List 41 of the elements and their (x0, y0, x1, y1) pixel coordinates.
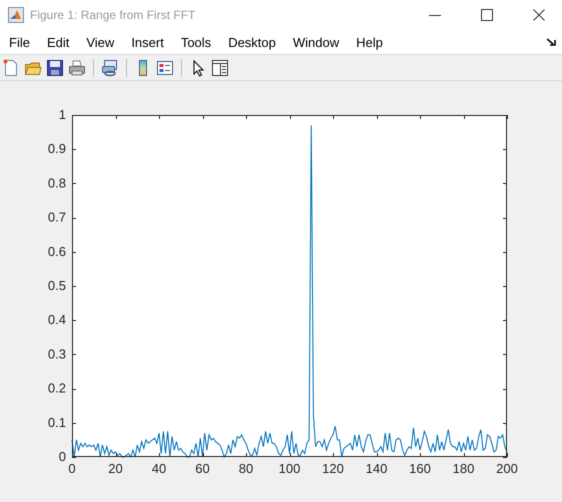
close-icon[interactable] (533, 9, 545, 21)
x-tick-label: 100 (278, 461, 300, 476)
menu-item[interactable]: Edit (46, 34, 70, 50)
x-tick-label: 180 (452, 461, 474, 476)
menu-item[interactable]: Insert (131, 34, 164, 50)
y-tick-label: 1 (58, 107, 66, 122)
y-tick-label: 0.3 (48, 346, 66, 362)
x-tick-label: 60 (195, 461, 210, 476)
y-tick-label: 0.1 (48, 414, 66, 430)
x-tick-label: 160 (409, 461, 431, 476)
printer-icon[interactable] (68, 58, 86, 76)
save-icon[interactable] (46, 58, 64, 76)
y-tick-label: 0 (58, 449, 66, 464)
y-tick-label: 0.5 (48, 278, 66, 293)
dock-arrow-icon[interactable] (547, 38, 556, 46)
menu-item[interactable]: Tools (180, 34, 212, 50)
menu-item[interactable]: Desktop (228, 34, 276, 50)
menu-item[interactable]: View (86, 34, 114, 50)
print-preview-icon[interactable] (101, 58, 119, 76)
y-tick-label: 0.9 (48, 141, 66, 156)
menu-item[interactable]: Window (292, 34, 340, 50)
maximize-icon[interactable] (481, 9, 493, 21)
property-editor-icon[interactable] (211, 58, 229, 76)
y-tick-label: 0.2 (48, 380, 66, 396)
window-title: Figure 1: Range from First FFT (30, 8, 196, 22)
legend-icon[interactable] (156, 58, 174, 76)
app-icon (8, 7, 24, 23)
menu-item[interactable]: File (9, 34, 30, 50)
y-tick-label: 0.6 (48, 244, 66, 259)
x-tick-label: 140 (366, 461, 388, 476)
x-tick-label: 80 (238, 461, 254, 476)
y-tick-label: 0.7 (48, 210, 66, 225)
x-tick-label: 200 (496, 461, 518, 476)
menu-item[interactable]: Help (356, 34, 383, 50)
x-tick-label: 20 (108, 461, 123, 476)
y-tick-label: 0.8 (48, 175, 66, 190)
y-tick-label: 0.4 (48, 312, 66, 328)
x-tick-label: 40 (152, 461, 166, 476)
new-file-icon[interactable] (2, 58, 20, 76)
x-tick-label: 0 (68, 461, 76, 476)
x-tick-label: 120 (322, 461, 344, 476)
